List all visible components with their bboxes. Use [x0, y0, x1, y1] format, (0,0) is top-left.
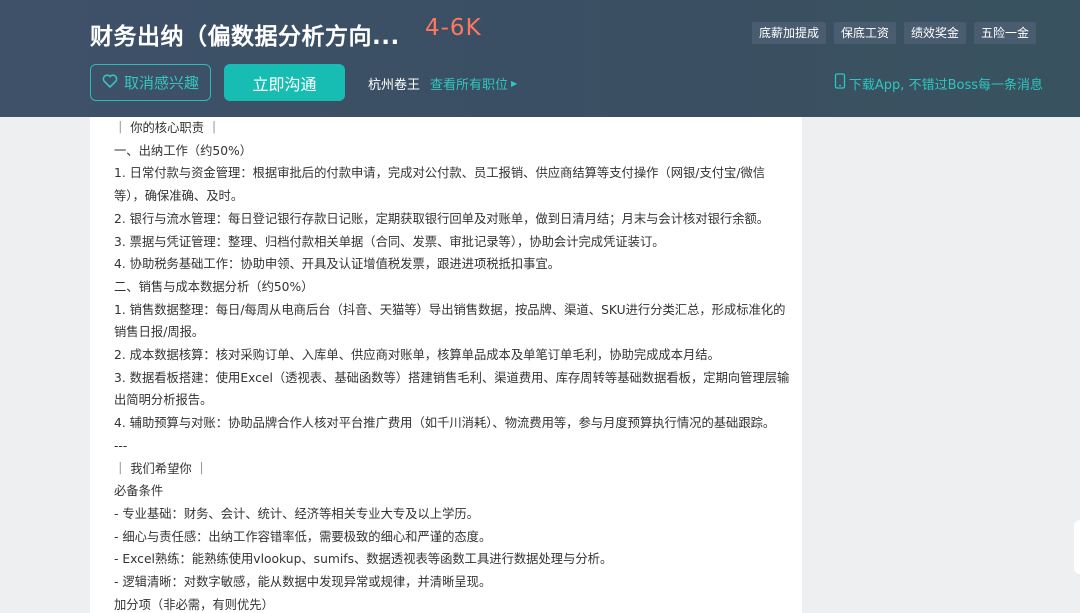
description-line: - 细心与责任感：出纳工作容错率低，需要极致的细心和严谨的态度。 [114, 529, 492, 544]
cancel-interest-button[interactable]: 取消感兴趣 [90, 64, 211, 101]
phone-icon [834, 73, 846, 93]
description-line: ｜ 你的核心职责 ｜ [114, 121, 221, 135]
description-line: 销售日报/周报。 [114, 325, 205, 340]
salary: 4-6K [425, 15, 482, 41]
download-app-label: 下载App, 不错过Boss每一条消息 [848, 77, 1043, 93]
description-line: 1. 日常付款与资金管理：根据审批后的付款申请，完成对公付款、员工报销、供应商结… [114, 166, 766, 181]
description-line: 出简明分析报告。 [114, 393, 213, 408]
benefit-tag: 保底工资 [833, 22, 896, 44]
description-line: 1. 销售数据整理：每日/每周从电商后台（抖音、天猫等）导出销售数据，按品牌、渠… [114, 302, 786, 317]
side-panel-handle[interactable] [1074, 520, 1080, 574]
job-description-text: ｜ 你的核心职责 ｜ 一、出纳工作（约50%） 1. 日常付款与资金管理：根据审… [114, 117, 790, 613]
description-line: 2. 成本数据核算：核对采购订单、入库单、供应商对账单，核算单品成本及单笔订单毛… [114, 348, 720, 363]
description-line: 等），确保准确、及时。 [114, 189, 244, 204]
job-header: 财务出纳（偏数据分析方向... 4-6K 底薪加提成 保底工资 绩效奖金 五险一… [0, 0, 1080, 117]
job-description-card: ｜ 你的核心职责 ｜ 一、出纳工作（约50%） 1. 日常付款与资金管理：根据审… [90, 117, 802, 613]
cancel-interest-label: 取消感兴趣 [123, 74, 199, 92]
view-all-jobs-label: 查看所有职位 [430, 78, 509, 93]
description-line: 4. 辅助预算与对账：协助品牌合作人核对平台推广费用（如千川消耗）、物流费用等，… [114, 416, 776, 431]
view-all-jobs-link[interactable]: 查看所有职位 ▶ [430, 74, 517, 93]
description-line: 二、销售与成本数据分析（约50%） [114, 279, 314, 294]
description-line: 一、出纳工作（约50%） [114, 143, 253, 158]
description-line: - Excel熟练：能熟练使用vlookup、sumifs、数据透视表等函数工具… [114, 552, 613, 567]
description-line: 2. 银行与流水管理：每日登记银行存款日记账，定期获取银行回单及对账单，做到日清… [114, 211, 770, 226]
benefit-tag: 绩效奖金 [903, 22, 966, 44]
description-line: - 逻辑清晰：对数字敏感，能从数据中发现异常或规律，并清晰呈现。 [114, 575, 492, 590]
description-line: ｜ 我们希望你 ｜ [114, 461, 208, 476]
caret-right-icon: ▶ [511, 79, 518, 88]
job-title: 财务出纳（偏数据分析方向... [90, 24, 400, 50]
description-line: 3. 票据与凭证管理：整理、归档付款相关单据（合同、发票、审批记录等），协助会计… [114, 234, 665, 249]
description-line: 3. 数据看板搭建：使用Excel（透视表、基础函数等）搭建销售毛利、渠道费用、… [114, 370, 790, 385]
description-line: - 专业基础：财务、会计、统计、经济等相关专业大专及以上学历。 [114, 506, 479, 521]
company-name: 杭州卷王 [368, 78, 421, 93]
chat-now-button[interactable]: 立即沟通 [224, 64, 345, 101]
heart-icon [102, 73, 118, 93]
benefit-tag: 底薪加提成 [751, 22, 826, 44]
description-line: 加分项（非必需，有则优先） [114, 597, 274, 612]
download-app-link[interactable]: 下载App, 不错过Boss每一条消息 [834, 73, 1043, 93]
description-line: 必备条件 [114, 484, 164, 499]
benefit-tags: 底薪加提成 保底工资 绩效奖金 五险一金 [751, 22, 1036, 44]
description-line: 4. 协助税务基础工作：协助申领、开具及认证增值税发票，跟进进项税抵扣事宜。 [114, 257, 561, 272]
benefit-tag: 五险一金 [973, 22, 1036, 44]
description-line: --- [114, 438, 128, 453]
chat-now-label: 立即沟通 [252, 74, 317, 94]
